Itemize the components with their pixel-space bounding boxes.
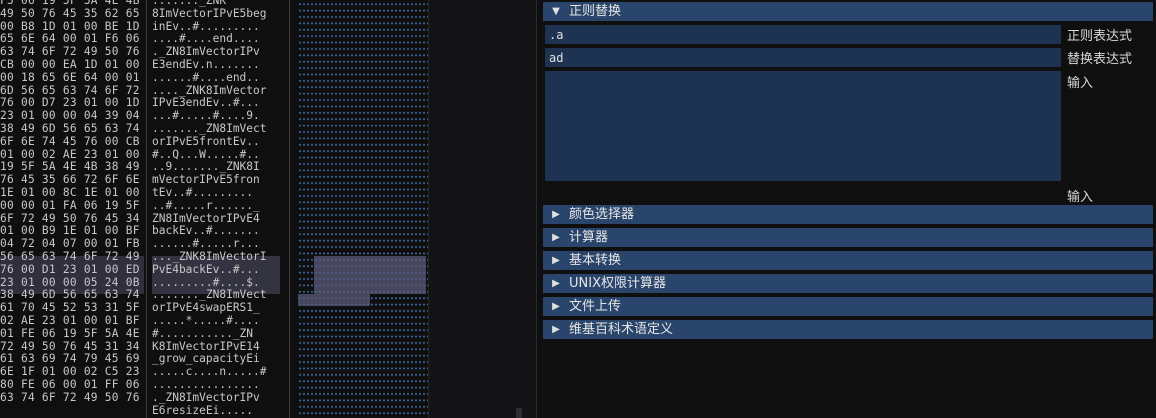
ascii-row[interactable]: PvE4backEv..#...: [152, 263, 288, 277]
hex-editor[interactable]: F5 06 19 5F 5A 4E 4B 49 50 76 45 35 62 65…: [0, 0, 298, 418]
ascii-row[interactable]: E3endEv.n.......: [152, 58, 288, 72]
section-header-color-picker[interactable]: ▶ 颜色选择器: [543, 205, 1153, 224]
input-textarea[interactable]: [545, 71, 1061, 181]
hex-row[interactable]: 80 FE 06 00 01 FF 06: [0, 378, 144, 392]
section-title: 基本转换: [569, 253, 622, 268]
section-title: 文件上传: [569, 299, 622, 314]
input-label: 输入: [1067, 76, 1094, 91]
hex-row[interactable]: 56 65 63 74 6F 72 49: [0, 250, 144, 264]
section-title: 颜色选择器: [569, 207, 635, 222]
byte-map-panel[interactable]: [298, 0, 428, 418]
column-divider: [289, 0, 290, 418]
ascii-row[interactable]: orIPvE4swapERS1_: [152, 301, 288, 315]
hex-row[interactable]: 61 70 45 52 53 31 5F: [0, 301, 144, 315]
hex-row[interactable]: 00 18 65 6E 64 00 01: [0, 71, 144, 85]
hex-row[interactable]: 63 74 6F 72 49 50 76: [0, 391, 144, 405]
byte-map-selection: [298, 294, 370, 306]
section-title: 计算器: [569, 230, 609, 245]
hex-row[interactable]: 49 50 76 45 35 62 65: [0, 7, 144, 21]
section-header-base-conversion[interactable]: ▶ 基本转换: [543, 251, 1153, 270]
hex-row[interactable]: CB 00 00 EA 1D 01 00: [0, 58, 144, 72]
ascii-row[interactable]: E6resizeEi.....: [152, 404, 288, 418]
hex-bytes-column[interactable]: F5 06 19 5F 5A 4E 4B 49 50 76 45 35 62 65…: [0, 0, 144, 405]
hex-row[interactable]: 6F 6E 74 45 76 00 CB: [0, 135, 144, 149]
chevron-right-icon: ▶: [552, 301, 560, 312]
ascii-row[interactable]: 8ImVectorIPvE5beg: [152, 7, 288, 21]
section-title: UNIX权限计算器: [569, 276, 666, 291]
chevron-right-icon: ▶: [552, 278, 560, 289]
hex-row[interactable]: 38 49 6D 56 65 63 74: [0, 122, 144, 136]
section-title: 正则替换: [569, 4, 622, 19]
section-header-wikipedia[interactable]: ▶ 维基百科术语定义: [543, 320, 1153, 339]
section-header-calculator[interactable]: ▶ 计算器: [543, 228, 1153, 247]
hex-row[interactable]: 00 00 01 FA 06 19 5F: [0, 199, 144, 213]
ascii-row[interactable]: orIPvE5frontEv..: [152, 135, 288, 149]
tools-panel: ▼ 正则替换 正则表达式 替换表达式 输入 输入 ▶ 颜色选择器 ▶ 计算器 ▶…: [536, 0, 1156, 418]
hex-row[interactable]: 76 00 D1 23 01 00 ED: [0, 263, 144, 277]
ascii-row[interactable]: .....*.....#....: [152, 314, 288, 328]
ascii-row[interactable]: ......._ZN8ImVect: [152, 122, 288, 136]
column-divider: [146, 0, 147, 418]
hex-row[interactable]: 02 AE 23 01 00 01 BF: [0, 314, 144, 328]
chevron-right-icon: ▶: [552, 232, 560, 243]
section-header-unix-permissions[interactable]: ▶ UNIX权限计算器: [543, 274, 1153, 293]
ascii-row[interactable]: ._ZN8ImVectorIPv: [152, 391, 288, 405]
regex-label: 正则表达式: [1067, 29, 1133, 44]
section-title: 维基百科术语定义: [569, 322, 674, 337]
chevron-right-icon: ▶: [552, 255, 560, 266]
chevron-right-icon: ▶: [552, 209, 560, 220]
replace-label: 替换表达式: [1067, 52, 1133, 67]
ascii-row[interactable]: #..........._ZN: [152, 327, 288, 341]
byte-map-selection: [314, 256, 426, 294]
hex-row[interactable]: 01 FE 06 19 5F 5A 4E: [0, 327, 144, 341]
ascii-column[interactable]: ......._ZNK 8ImVectorIPvE5beg inEv..#.....…: [152, 0, 288, 417]
regex-input[interactable]: [545, 25, 1061, 44]
scrollbar[interactable]: [514, 0, 524, 418]
hex-row[interactable]: 1E 01 00 8C 1E 01 00: [0, 186, 144, 200]
ascii-row[interactable]: ......#....end..: [152, 71, 288, 85]
section-header-regex[interactable]: ▼ 正则替换: [543, 2, 1153, 21]
ascii-row[interactable]: .....c....n.....#: [152, 365, 288, 379]
chevron-down-icon: ▼: [552, 6, 560, 17]
ascii-row[interactable]: tEv..#.........: [152, 186, 288, 200]
ascii-row[interactable]: ................: [152, 378, 288, 392]
ascii-row[interactable]: ..._ZNK8ImVectorI: [152, 250, 288, 264]
hex-row[interactable]: 6E 1F 01 00 02 C5 23: [0, 365, 144, 379]
scrollbar-thumb[interactable]: [516, 408, 522, 418]
chevron-right-icon: ▶: [552, 324, 560, 335]
ascii-row[interactable]: ..#.....r......_: [152, 199, 288, 213]
byte-map-dots: [298, 0, 428, 418]
replace-input[interactable]: [545, 48, 1061, 67]
output-label: 输入: [1067, 190, 1094, 205]
section-header-file-upload[interactable]: ▶ 文件上传: [543, 297, 1153, 316]
